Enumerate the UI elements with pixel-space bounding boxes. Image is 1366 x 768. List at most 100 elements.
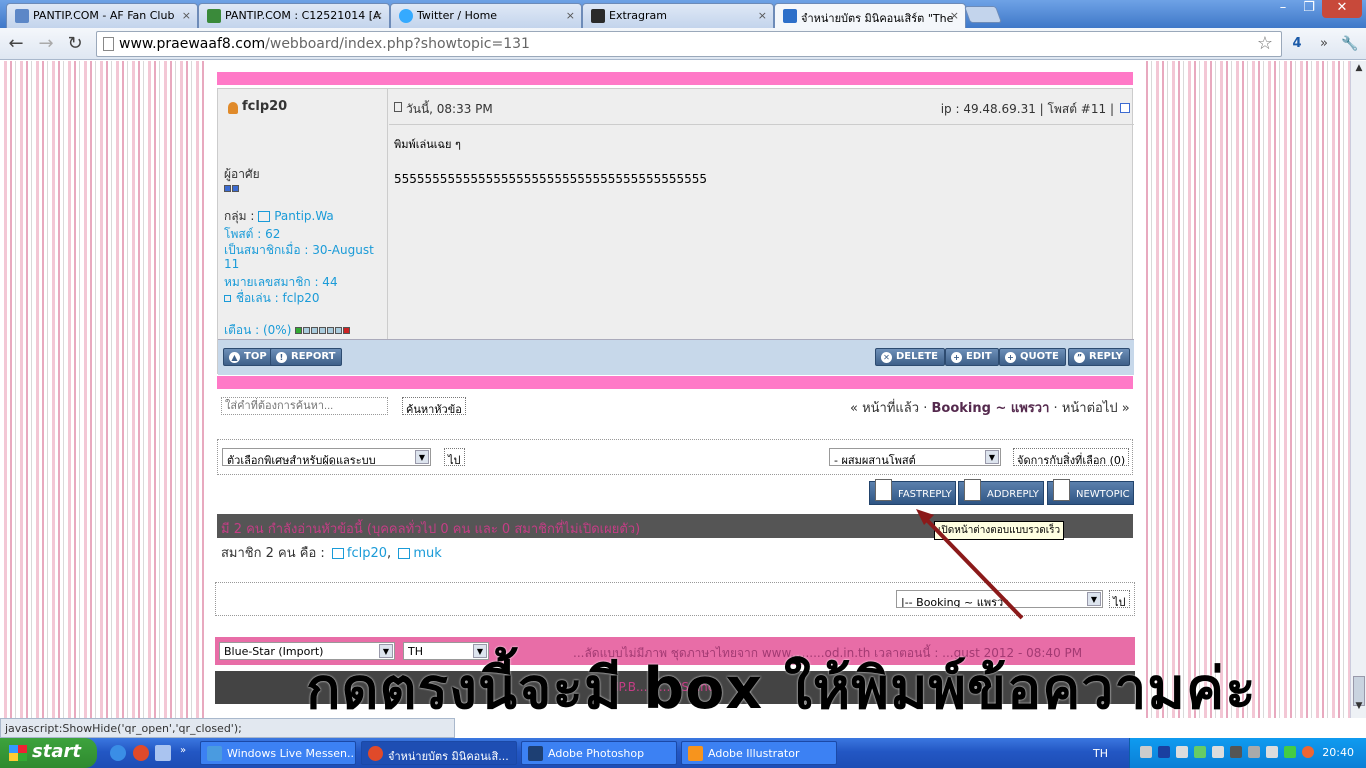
browser-toolbar: ← → ↻ www.praewaaf8.com/webboard/index.p… [0,28,1366,60]
tab-extragram[interactable]: Extragram × [582,3,774,28]
forum-post: fclp20 ผู้อาศัย กลุ่ม : Pantip.Wa โพสต์ … [217,88,1134,375]
tab-title: จำหน่ายบัตร มินิคอนเสิร์ต "The [801,12,954,25]
delete-button[interactable]: ✕ DELETE [875,348,945,366]
bluetooth-icon[interactable] [1158,746,1170,758]
vertical-scrollbar[interactable]: ▲ ▼ [1350,61,1366,718]
close-icon[interactable]: × [758,9,767,22]
close-icon[interactable]: × [374,9,383,22]
top-button[interactable]: ▲ TOP [223,348,274,366]
extension-icon[interactable]: 4 [1285,32,1309,56]
jump-go-button[interactable]: ไป [1109,590,1130,609]
page-viewport: fclp20 ผู้อาศัย กลุ่ม : Pantip.Wa โพสต์ … [0,61,1350,718]
more-extensions-button[interactable]: » [1312,32,1336,56]
tab-title: Twitter / Home [417,9,498,22]
antivirus-icon[interactable] [1284,746,1296,758]
task-chrome-active[interactable]: จำหน่ายบัตร มินิคอนเสิ... [361,741,517,765]
status-bar: javascript:ShowHide('qr_open','qr_closed… [0,718,455,738]
input-language-indicator[interactable]: TH [1093,747,1108,760]
quote-button[interactable]: + QUOTE [999,348,1066,366]
safely-remove-icon[interactable] [1266,746,1278,758]
user-group: กลุ่ม : Pantip.Wa [224,209,334,223]
page-icon [103,37,114,51]
network-icon[interactable] [1140,746,1152,758]
document-icon [875,479,892,501]
forum-jump-row: |-- Booking ~ แพรวา ▼ ไป [215,582,1135,616]
maximize-button[interactable]: ❐ [1296,0,1322,18]
checkmark-icon [783,9,797,23]
display-icon[interactable] [1230,746,1242,758]
messenger-icon[interactable] [1248,746,1260,758]
close-window-button[interactable]: ✕ [1322,0,1362,18]
search-input[interactable] [221,397,388,415]
post-separator [217,72,1133,85]
heart-icon [258,211,271,222]
addreply-button[interactable]: ADDREPLY [958,479,1044,505]
task-windows-live-messenger[interactable]: Windows Live Messen... [200,741,356,765]
close-icon[interactable]: × [182,9,191,22]
new-tab-button[interactable] [963,6,1003,23]
chrome-tray-icon[interactable] [1302,746,1314,758]
forward-button[interactable]: → [34,32,58,56]
pen-icon[interactable] [1176,746,1188,758]
scroll-up-icon: ▲ [1355,63,1363,73]
search-topic-button[interactable]: ค้นหาหัวข้อ [402,397,466,416]
arrow-up-icon: ▲ [229,352,240,363]
tab-title: Extragram [609,9,667,22]
close-icon[interactable]: × [950,9,959,22]
tab-active-ticket-sale[interactable]: จำหน่ายบัตร มินิคอนเสิร์ต "The × [774,3,966,29]
extragram-icon [591,9,605,23]
post-username[interactable]: fclp20 [242,99,287,114]
address-bar[interactable]: www.praewaaf8.com/webboard/index.php?sho… [96,31,1282,57]
go-button[interactable]: ไป [444,448,465,467]
warn-level[interactable]: เตือน : (0%) [224,321,351,340]
next-page-link[interactable]: หน้าต่อไป » [1062,401,1130,416]
member-link-muk[interactable]: muk [413,546,441,561]
newtopic-button[interactable]: NEWTOPIC [1047,479,1134,505]
report-button[interactable]: ! REPORT [270,348,343,366]
x-icon: ✕ [881,352,892,363]
twitter-icon [399,9,413,23]
back-button[interactable]: ← [4,32,28,56]
members-label: สมาชิก 2 คน คือ : [221,546,325,561]
reload-button[interactable]: ↻ [63,32,87,56]
clock[interactable]: 20:40 [1322,746,1354,759]
browser-tab-strip: PANTIP.COM - AF Fan Club × PANTIP.COM : … [0,0,1366,29]
merge-posts-select[interactable]: - ผสมผสานโพสต์ ▼ [829,448,1001,466]
select-post-checkbox[interactable] [1120,103,1130,113]
chrome-icon[interactable] [133,745,149,761]
active-viewers-text: มี 2 คน กำลังอ่านหัวข้อนี้ (บุคคลทั่วไป … [221,522,641,537]
fastreply-button[interactable]: FASTREPLY [869,479,956,505]
volume-icon[interactable] [1212,746,1224,758]
page-icon [15,9,29,23]
tab-title: PANTIP.COM - AF Fan Club [33,9,175,22]
manage-selected-button[interactable]: จัดการกับสิ่งที่เลือก (0) [1013,448,1130,467]
moderator-options-select[interactable]: ตัวเลือกพิเศษสำหรับผู้ดูแลระบบ ▼ [222,448,431,466]
reply-button[interactable]: ” REPLY [1068,348,1130,366]
edit-button[interactable]: + EDIT [945,348,999,366]
wrench-icon[interactable]: 🔧 [1338,32,1362,56]
explorer-icon[interactable] [155,745,171,761]
start-button[interactable]: start [0,738,97,768]
post-separator [217,376,1133,389]
ie-icon[interactable] [110,745,126,761]
quote-icon: ” [1074,352,1085,363]
forum-link[interactable]: Booking ~ แพรวา [931,401,1049,416]
topic-navigation: « หน้าที่แล้ว · Booking ~ แพรวา · หน้าต่… [850,397,1130,418]
forum-content: fclp20 ผู้อาศัย กลุ่ม : Pantip.Wa โพสต์ … [205,61,1145,718]
member-link-fclp20[interactable]: fclp20 [347,546,387,561]
update-icon[interactable] [1194,746,1206,758]
quicklaunch-more-icon[interactable]: » [180,745,186,756]
bookmark-star-icon[interactable]: ☆ [1257,33,1273,54]
prev-page-link[interactable]: « หน้าที่แล้ว [850,401,919,416]
minimize-button[interactable]: – [1270,0,1296,18]
heart-icon [331,548,344,559]
forum-jump-select[interactable]: |-- Booking ~ แพรวา ▼ [896,590,1103,608]
post-author-panel: fclp20 ผู้อาศัย กลุ่ม : Pantip.Wa โพสต์ … [218,89,388,375]
tab-pantip-af-fan-club[interactable]: PANTIP.COM - AF Fan Club × [6,3,198,28]
chevron-down-icon: ▼ [985,450,999,464]
close-icon[interactable]: × [566,9,575,22]
task-adobe-illustrator[interactable]: Adobe Illustrator [681,741,837,765]
tab-pantip-c12521014[interactable]: PANTIP.COM : C12521014 [A × [198,3,390,28]
tab-twitter-home[interactable]: Twitter / Home × [390,3,582,28]
task-adobe-photoshop[interactable]: Adobe Photoshop [521,741,677,765]
